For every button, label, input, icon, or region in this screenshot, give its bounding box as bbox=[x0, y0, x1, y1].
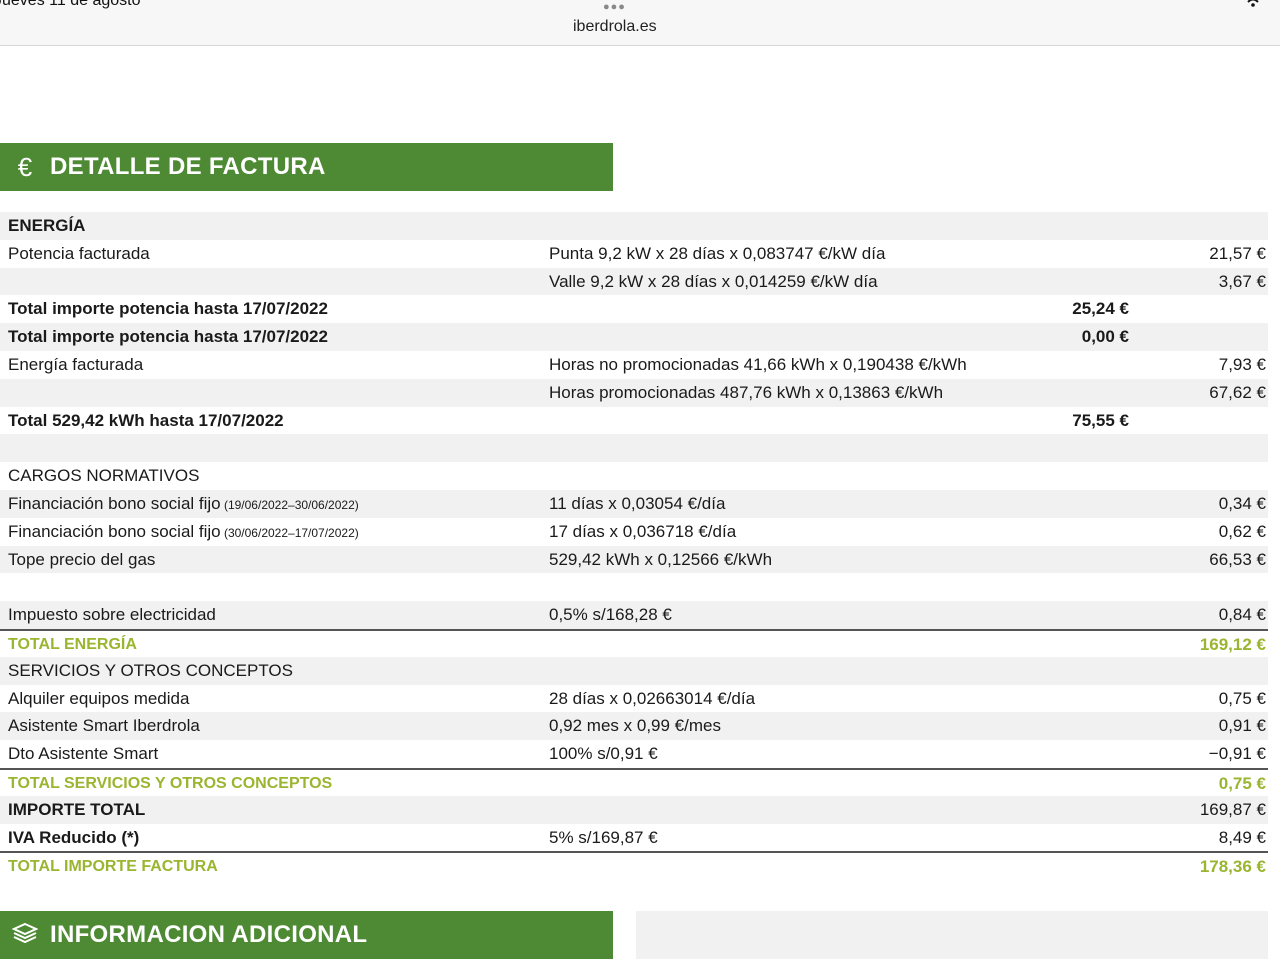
section-title: DETALLE DE FACTURA bbox=[50, 153, 326, 180]
concept-label: CARGOS NORMATIVOS bbox=[8, 466, 200, 486]
line-amount: 0,34 € bbox=[1218, 493, 1266, 513]
calculation-detail: Horas promocionadas 487,76 kWh x 0,13863… bbox=[549, 382, 944, 402]
euro-icon: € bbox=[17, 152, 33, 182]
concept-label: Tope precio del gas bbox=[8, 549, 156, 569]
table-row: Energía facturada Horas no promocionadas … bbox=[0, 351, 1268, 379]
line-amount: 0,75 € bbox=[1218, 688, 1266, 708]
calculation-detail: 529,42 kWh x 0,12566 €/kWh bbox=[549, 549, 773, 569]
table-row: TOTAL SERVICIOS Y OTROS CONCEPTOS 0,75 € bbox=[0, 767, 1268, 796]
concept-label: IVA Reducido (*) bbox=[8, 827, 140, 847]
table-row: Financiación bono social fijo (19/06/202… bbox=[0, 489, 1268, 518]
line-amount: 0,75 € bbox=[1218, 773, 1266, 793]
calculation-detail: Valle 9,2 kW x 28 días x 0,014259 €/kW d… bbox=[549, 271, 878, 291]
concept-label: Alquiler equipos medida bbox=[8, 688, 190, 708]
subtotal-amount: 0,00 € bbox=[1081, 327, 1129, 347]
calculation-detail: 28 días x 0,02663014 €/día bbox=[549, 688, 756, 708]
concept-label: Financiación bono social fijo (30/06/202… bbox=[8, 521, 359, 541]
calculation-detail: 17 días x 0,036718 €/día bbox=[549, 521, 737, 541]
detalle-factura-header: € DETALLE DE FACTURA bbox=[0, 143, 613, 191]
table-row: Potencia facturada Punta 9,2 kW x 28 días… bbox=[0, 240, 1268, 268]
table-row: Total importe potencia hasta 17/07/2022 2… bbox=[0, 295, 1268, 323]
table-row: Total importe potencia hasta 17/07/2022 0… bbox=[0, 323, 1268, 351]
table-row: Tope precio del gas 529,42 kWh x 0,12566 … bbox=[0, 545, 1268, 574]
line-amount: 0,91 € bbox=[1218, 716, 1266, 736]
concept-label: Impuesto sobre electricidad bbox=[8, 605, 216, 625]
calculation-detail: 11 días x 0,03054 €/día bbox=[549, 493, 726, 513]
line-amount: 3,67 € bbox=[1218, 271, 1266, 291]
line-amount: −0,91 € bbox=[1208, 744, 1266, 764]
status-date: Jueves 11 de agosto bbox=[0, 0, 141, 9]
table-row: TOTAL IMPORTE FACTURA 178,36 € bbox=[0, 851, 1268, 879]
subtotal-amount: 25,24 € bbox=[1072, 299, 1129, 319]
subtotal-amount: 75,55 € bbox=[1072, 410, 1129, 430]
wifi-icon bbox=[1244, 0, 1262, 11]
line-amount: 0,62 € bbox=[1218, 521, 1266, 541]
table-row: SERVICIOS Y OTROS CONCEPTOS bbox=[0, 656, 1268, 685]
table-row: IMPORTE TOTAL 169,87 € bbox=[0, 795, 1268, 824]
table-row: Valle 9,2 kW x 28 días x 0,014259 €/kW d… bbox=[0, 267, 1268, 296]
concept-label: Total importe potencia hasta 17/07/2022 bbox=[8, 327, 328, 347]
concept-label: IMPORTE TOTAL bbox=[8, 799, 146, 819]
table-row: ENERGÍA bbox=[0, 212, 1268, 240]
section-title: INFORMACION ADICIONAL bbox=[50, 921, 368, 948]
calculation-detail: 5% s/169,87 € bbox=[549, 827, 658, 847]
concept-label: Potencia facturada bbox=[8, 243, 150, 263]
concept-label: Financiación bono social fijo (19/06/202… bbox=[8, 493, 359, 513]
calculation-detail: 0,5% s/168,28 € bbox=[549, 605, 672, 625]
table-row bbox=[0, 434, 1268, 463]
additional-info-box bbox=[636, 911, 1268, 959]
concept-label: Asistente Smart Iberdrola bbox=[8, 716, 200, 736]
line-amount: 169,87 € bbox=[1199, 799, 1266, 819]
concept-label: SERVICIOS Y OTROS CONCEPTOS bbox=[8, 660, 293, 680]
tab-dots-icon[interactable]: ●●● bbox=[603, 1, 626, 13]
invoice-detail-table: ENERGÍA Potencia facturada Punta 9,2 kW x … bbox=[0, 212, 1268, 879]
table-row: Dto Asistente Smart 100% s/0,91 € −0,91 € bbox=[0, 740, 1268, 768]
line-amount: 67,62 € bbox=[1209, 382, 1266, 402]
table-row: Horas promocionadas 487,76 kWh x 0,13863… bbox=[0, 378, 1268, 407]
line-amount: 169,12 € bbox=[1199, 634, 1266, 654]
line-amount: 0,84 € bbox=[1218, 605, 1266, 625]
table-row: IVA Reducido (*) 5% s/169,87 € 8,49 € bbox=[0, 824, 1268, 852]
address-bar[interactable]: iberdrola.es bbox=[573, 18, 657, 36]
table-row: Impuesto sobre electricidad 0,5% s/168,28… bbox=[0, 601, 1268, 629]
concept-label: Total importe potencia hasta 17/07/2022 bbox=[8, 299, 328, 319]
calculation-detail: Punta 9,2 kW x 28 días x 0,083747 €/kW d… bbox=[549, 243, 886, 263]
concept-label: TOTAL ENERGÍA bbox=[8, 635, 137, 653]
calculation-detail: Horas no promocionadas 41,66 kWh x 0,190… bbox=[549, 354, 967, 374]
line-amount: 21,57 € bbox=[1209, 243, 1266, 263]
line-amount: 8,49 € bbox=[1218, 827, 1266, 847]
table-row bbox=[0, 573, 1268, 601]
table-row: Asistente Smart Iberdrola 0,92 mes x 0,99… bbox=[0, 712, 1268, 741]
line-amount: 66,53 € bbox=[1209, 549, 1266, 569]
browser-top-bar: Jueves 11 de agosto ●●● iberdrola.es bbox=[0, 0, 1280, 46]
concept-label: Energía facturada bbox=[8, 354, 144, 374]
line-amount: 7,93 € bbox=[1218, 354, 1266, 374]
line-amount: 178,36 € bbox=[1199, 857, 1266, 877]
concept-label: ENERGÍA bbox=[8, 216, 86, 235]
concept-label: Total 529,42 kWh hasta 17/07/2022 bbox=[8, 410, 284, 430]
calculation-detail: 100% s/0,91 € bbox=[549, 744, 658, 764]
concept-label: Dto Asistente Smart bbox=[8, 744, 159, 764]
concept-label: TOTAL SERVICIOS Y OTROS CONCEPTOS bbox=[8, 774, 333, 792]
calculation-detail: 0,92 mes x 0,99 €/mes bbox=[549, 716, 721, 736]
concept-label: TOTAL IMPORTE FACTURA bbox=[8, 858, 218, 876]
table-row: TOTAL ENERGÍA 169,12 € bbox=[0, 628, 1268, 657]
table-row: CARGOS NORMATIVOS bbox=[0, 462, 1268, 490]
date-range-note: (30/06/2022–17/07/2022) bbox=[220, 525, 359, 540]
table-row: Total 529,42 kWh hasta 17/07/2022 75,55 € bbox=[0, 407, 1268, 435]
table-row: Alquiler equipos medida 28 días x 0,02663… bbox=[0, 685, 1268, 713]
date-range-note: (19/06/2022–30/06/2022) bbox=[220, 497, 359, 512]
informacion-adicional-header: INFORMACION ADICIONAL bbox=[0, 911, 613, 959]
layers-icon bbox=[0, 922, 50, 948]
table-row: Financiación bono social fijo (30/06/202… bbox=[0, 518, 1268, 546]
